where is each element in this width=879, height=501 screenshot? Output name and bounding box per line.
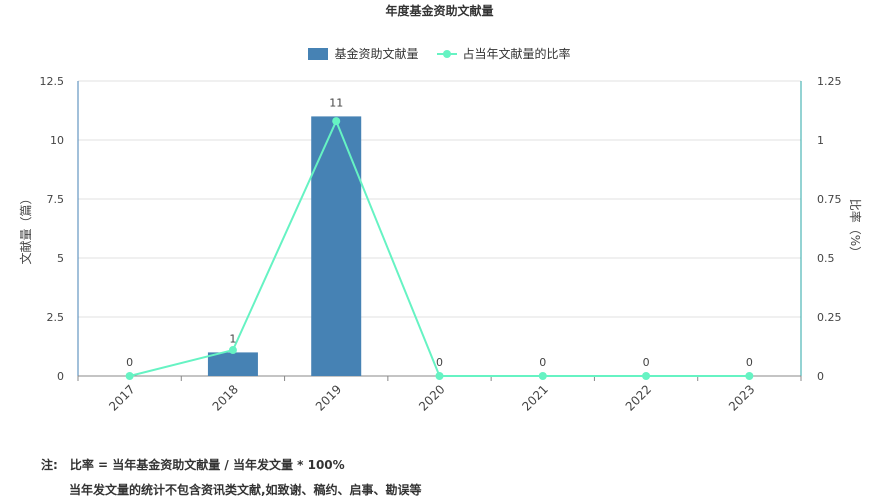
- note-formula: 比率 = 当年基金资助文献量 / 当年发文量 * 100%: [69, 458, 345, 472]
- line-point: [538, 372, 547, 380]
- bar-data-label: 0: [746, 356, 753, 369]
- bar-data-label: 0: [539, 356, 546, 369]
- x-tick-label: 2021: [519, 382, 550, 413]
- bar-data-label: 0: [126, 356, 133, 369]
- y-tick-label-left: 0: [57, 370, 64, 383]
- x-tick-label: 2023: [726, 382, 757, 413]
- y-tick-label-left: 7.5: [47, 193, 65, 206]
- y-tick-label-left: 5: [57, 252, 64, 265]
- x-tick-label: 2018: [210, 382, 241, 413]
- line-point: [332, 117, 341, 126]
- note-label: 注:: [41, 458, 58, 472]
- line-point: [642, 372, 651, 380]
- x-tick-label: 2022: [623, 382, 654, 413]
- y-tick-label-left: 10: [50, 134, 64, 147]
- line-point: [745, 372, 754, 380]
- bar: [207, 352, 258, 376]
- y-tick-label-right: 0.25: [817, 311, 842, 324]
- y-tick-label-right: 1: [817, 134, 824, 147]
- x-tick-label: 2017: [106, 382, 137, 413]
- chart-canvas: 0 02.5 0.255 0.57.5 0.7510 112.5 1.2501110 0 0 02…: [18, 75, 863, 414]
- bar-data-label: 11: [329, 96, 343, 109]
- y-tick-label-right: 0.5: [817, 252, 835, 265]
- bar-data-label: 0: [436, 356, 443, 369]
- bar: [311, 116, 362, 377]
- line-point: [228, 346, 237, 355]
- x-tick-label: 2019: [313, 382, 344, 413]
- y-tick-label-right: 0: [817, 370, 824, 383]
- line-point: [125, 372, 134, 380]
- note-line-1: 注: 比率 = 当年基金资助文献量 / 当年发文量 * 100%: [41, 456, 345, 473]
- y-tick-label-right: 0.75: [817, 193, 842, 206]
- y-tick-label-left: 12.5: [40, 75, 65, 88]
- x-tick-label: 2020: [416, 382, 447, 413]
- note-line-2: 当年发文量的统计不包含资讯类文献,如致谢、稿约、启事、勘误等: [69, 483, 422, 497]
- bar-data-label: 0: [643, 356, 650, 369]
- y-tick-label-left: 2.5: [47, 311, 65, 324]
- y-axis-title-right: 比率（%）: [848, 199, 863, 258]
- ratio-line: [129, 118, 750, 377]
- y-tick-label-right: 1.25: [817, 75, 842, 88]
- y-axis-title-left: 文献量（篇）: [18, 192, 33, 264]
- line-point: [435, 372, 444, 380]
- bar-data-label: 1: [229, 332, 236, 345]
